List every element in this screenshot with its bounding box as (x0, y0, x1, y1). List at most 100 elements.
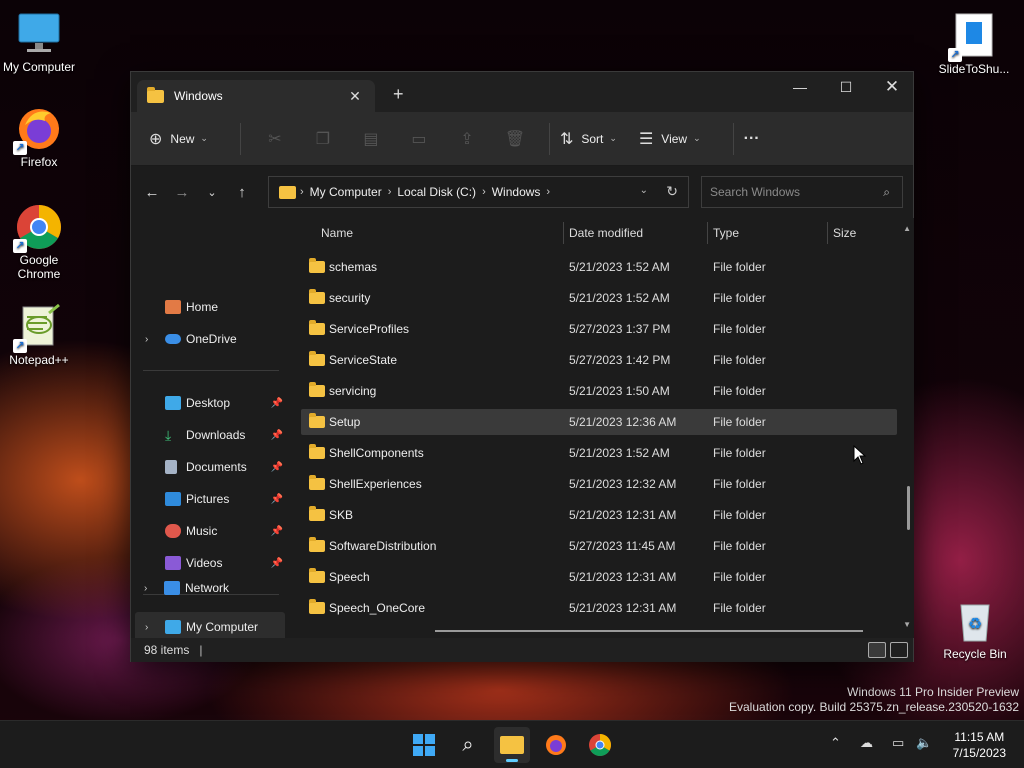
maximize-button[interactable]: ☐ (823, 72, 869, 102)
breadcrumb-my-computer[interactable]: My Computer (310, 185, 382, 199)
desktop-icon-label: SlideToShu... (938, 62, 1010, 76)
folder-icon (309, 413, 325, 428)
folder-icon (309, 258, 325, 273)
folder-icon (147, 86, 164, 103)
system-clock[interactable]: 11:15 AM 7/15/2023 (953, 729, 1006, 761)
active-indicator (506, 759, 518, 762)
sidebar-item-downloads[interactable]: ⤓ Downloads 📌 (135, 420, 285, 450)
close-tab-icon[interactable]: ✕ (345, 88, 365, 105)
desktop-icon-slidetoshutdown[interactable]: ↗ SlideToShu... (934, 12, 1014, 76)
scroll-up-arrow-icon[interactable]: ▲ (903, 224, 911, 233)
onedrive-offline-icon[interactable]: ☁ (860, 735, 873, 751)
file-row[interactable]: ServiceState 5/27/2023 1:42 PM File folder (301, 347, 897, 373)
refresh-icon[interactable]: ↻ (666, 183, 678, 200)
tiles-view-button[interactable] (890, 642, 908, 658)
rename-icon[interactable]: ▭ (395, 129, 443, 149)
desktop-icon-recycle-bin[interactable]: ♻ Recycle Bin (935, 597, 1015, 661)
file-row[interactable]: ServiceProfiles 5/27/2023 1:37 PM File fol… (301, 316, 897, 342)
sort-button[interactable]: ⇅ Sort ⌄ (560, 129, 617, 149)
sidebar-item-label: Videos (186, 556, 223, 570)
address-dropdown-icon[interactable]: ⌄ (640, 185, 648, 196)
address-bar[interactable]: › My Computer › Local Disk (C:) › Window… (268, 176, 689, 208)
cut-icon[interactable]: ✂ (251, 129, 299, 149)
chrome-icon: ↗ (13, 203, 63, 253)
firefox-taskbar-button[interactable] (538, 727, 574, 763)
forward-arrow-icon[interactable]: → (167, 184, 197, 201)
view-list-icon: ☰ (638, 130, 654, 148)
show-hidden-icons-chevron-icon[interactable]: ⌃ (830, 735, 841, 751)
volume-icon[interactable]: 🔈 (916, 735, 932, 751)
file-row[interactable]: servicing 5/21/2023 1:50 AM File folder (301, 378, 897, 404)
tab-windows[interactable]: Windows ✕ (137, 80, 375, 112)
details-view-button[interactable] (868, 642, 886, 658)
chevron-down-icon: ⌄ (200, 133, 208, 143)
chevron-right-icon: › (300, 186, 304, 198)
column-divider[interactable] (827, 222, 828, 244)
network-status-icon[interactable]: ▭ (892, 735, 904, 751)
horizontal-scrollbar-thumb[interactable] (435, 630, 863, 632)
file-row[interactable]: security 5/21/2023 1:52 AM File folder (301, 285, 897, 311)
chevron-right-icon[interactable]: › (144, 583, 147, 594)
pin-icon[interactable]: 📌 (271, 398, 283, 409)
file-explorer-taskbar-button[interactable] (494, 727, 530, 763)
pin-icon[interactable]: 📌 (271, 462, 283, 473)
back-arrow-icon[interactable]: ← (137, 184, 167, 201)
sidebar-item-home[interactable]: Home (135, 292, 285, 322)
sidebar-item-network[interactable]: › Network (134, 573, 284, 603)
item-count: 98 items (144, 643, 190, 657)
search-box[interactable]: ⌕ (701, 176, 903, 208)
pin-icon[interactable]: 📌 (271, 494, 283, 505)
file-type: File folder (713, 384, 766, 398)
delete-icon[interactable]: 🗑 (491, 129, 539, 149)
file-date-modified: 5/21/2023 1:52 AM (569, 260, 670, 274)
new-tab-button[interactable]: + (393, 84, 404, 105)
copy-icon[interactable]: ❐ (299, 129, 347, 149)
search-input[interactable] (710, 185, 870, 199)
new-button[interactable]: ⊕ New ⌄ (149, 129, 208, 149)
file-row[interactable]: ShellExperiences 5/21/2023 12:32 AM File f… (301, 471, 897, 497)
chrome-taskbar-button[interactable] (582, 727, 618, 763)
column-divider[interactable] (707, 222, 708, 244)
paste-icon[interactable]: ▤ (347, 129, 395, 149)
up-arrow-icon[interactable]: ↑ (227, 184, 257, 201)
desktop-icon-label: Notepad++ (9, 353, 69, 367)
file-row[interactable]: SKB 5/21/2023 12:31 AM File folder (301, 502, 897, 528)
vertical-scrollbar-thumb[interactable] (907, 486, 910, 530)
start-button[interactable] (406, 727, 442, 763)
sidebar-item-desktop[interactable]: Desktop 📌 (135, 388, 285, 418)
chevron-right-icon[interactable]: › (145, 622, 148, 633)
title-bar: Windows ✕ + — ☐ ✕ (131, 72, 913, 112)
desktop-icon-my-computer[interactable]: My Computer (0, 10, 79, 74)
search-icon[interactable]: ⌕ (883, 185, 890, 200)
search-taskbar-icon[interactable]: ⌕ (450, 727, 486, 763)
chevron-right-icon[interactable]: › (145, 334, 148, 345)
file-row[interactable]: SchCache 5/21/2023 12:31 AM File folder (301, 242, 897, 249)
sidebar-item-pictures[interactable]: Pictures 📌 (135, 484, 285, 514)
view-button[interactable]: ☰ View ⌄ (639, 129, 701, 149)
scroll-down-arrow-icon[interactable]: ▼ (903, 620, 911, 629)
pin-icon[interactable]: 📌 (271, 526, 283, 537)
sidebar-item-documents[interactable]: Documents 📌 (135, 452, 285, 482)
share-icon[interactable]: ⇪ (443, 129, 491, 149)
file-row[interactable]: schemas 5/21/2023 1:52 AM File folder (301, 254, 897, 280)
folder-icon (279, 185, 296, 199)
recent-locations-chevron-icon[interactable]: ⌄ (197, 186, 227, 199)
desktop-icon-firefox[interactable]: ↗ Firefox (0, 105, 79, 169)
pin-icon[interactable]: 📌 (271, 558, 283, 569)
breadcrumb-local-disk[interactable]: Local Disk (C:) (397, 185, 476, 199)
sidebar-item-onedrive[interactable]: › OneDrive (135, 324, 285, 354)
desktop-icon-chrome[interactable]: ↗ Google Chrome (0, 203, 79, 281)
sidebar-item-music[interactable]: Music 📌 (135, 516, 285, 546)
pin-icon[interactable]: 📌 (271, 430, 283, 441)
file-row[interactable]: Speech 5/21/2023 12:31 AM File folder (301, 564, 897, 590)
breadcrumb-windows[interactable]: Windows (492, 185, 541, 199)
file-row[interactable]: ShellComponents 5/21/2023 1:52 AM File fol… (301, 440, 897, 466)
file-row[interactable]: Setup 5/21/2023 12:36 AM File folder (301, 409, 897, 435)
file-row[interactable]: Speech_OneCore 5/21/2023 12:31 AM File fol… (301, 595, 897, 621)
column-divider[interactable] (563, 222, 564, 244)
minimize-button[interactable]: — (777, 72, 823, 102)
desktop-icon-notepadpp[interactable]: ↗ Notepad++ (0, 303, 79, 367)
more-options-button[interactable]: ··· (744, 130, 768, 148)
close-window-button[interactable]: ✕ (869, 72, 915, 102)
file-row[interactable]: SoftwareDistribution 5/27/2023 11:45 AM Fi… (301, 533, 897, 559)
